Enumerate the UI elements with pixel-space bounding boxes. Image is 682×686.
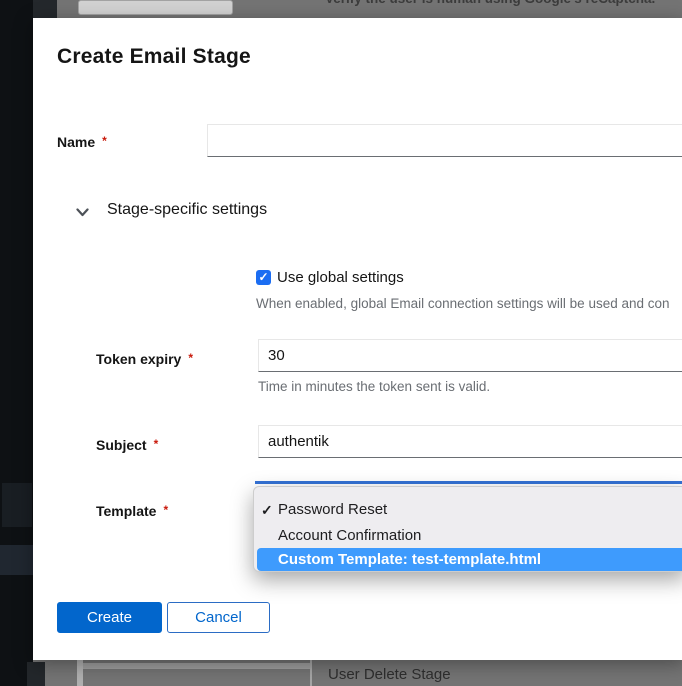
subject-label: Subject * [96, 437, 158, 453]
app-sidebar [0, 0, 33, 686]
required-asterisk: * [102, 134, 107, 148]
sidebar-item-highlight-2 [0, 545, 33, 575]
use-global-settings-checkbox[interactable]: ✓ [256, 270, 271, 285]
name-input[interactable] [207, 124, 682, 157]
template-label-text: Template [96, 503, 156, 519]
chevron-down-icon[interactable] [76, 208, 89, 217]
template-select-focus-border [255, 481, 682, 484]
required-asterisk: * [154, 437, 159, 451]
required-asterisk: * [163, 503, 168, 517]
option-label: Custom Template: test-template.html [278, 548, 541, 571]
required-asterisk: * [188, 351, 193, 365]
selected-check-icon: ✓ [261, 497, 273, 523]
option-label: Password Reset [278, 497, 387, 523]
modal-title: Create Email Stage [57, 45, 251, 69]
name-label-text: Name [57, 134, 95, 150]
subject-label-text: Subject [96, 437, 147, 453]
token-expiry-input[interactable] [258, 339, 682, 372]
dropdown-option-account-confirmation[interactable]: Account Confirmation [254, 523, 682, 549]
checkbox-check-icon: ✓ [258, 270, 268, 284]
screen: Verify the user is human using Google's … [0, 0, 682, 686]
token-expiry-helper: Time in minutes the token sent is valid. [258, 379, 682, 394]
sidebar-item-highlight [2, 483, 32, 527]
template-dropdown-popup: ✓ Password Reset Account Confirmation Cu… [253, 486, 682, 572]
background-row-label: User Delete Stage [328, 666, 451, 683]
name-label: Name * [57, 134, 107, 150]
backdrop-texture-top [33, 0, 57, 18]
template-label: Template * [96, 503, 168, 519]
background-row-border [83, 663, 310, 669]
use-global-settings-label[interactable]: Use global settings [277, 269, 404, 286]
background-table-cell [78, 0, 233, 15]
use-global-settings-helper: When enabled, global Email connection se… [256, 296, 682, 311]
token-expiry-label: Token expiry * [96, 351, 193, 367]
create-button[interactable]: Create [57, 602, 162, 633]
option-label: Account Confirmation [278, 523, 421, 549]
background-column-border [310, 660, 312, 686]
backdrop-texture-bottom [27, 662, 45, 686]
group-header-stage-specific-settings[interactable]: Stage-specific settings [107, 201, 267, 219]
dropdown-option-custom-template[interactable]: Custom Template: test-template.html [257, 548, 682, 571]
subject-input[interactable] [258, 425, 682, 458]
background-recaptcha-text-clip: Verify the user is human using Google's … [240, 0, 682, 8]
cancel-button[interactable]: Cancel [167, 602, 270, 633]
create-email-stage-modal: Create Email Stage Name * Stage-specific … [33, 18, 682, 660]
token-expiry-label-text: Token expiry [96, 351, 181, 367]
dropdown-option-password-reset[interactable]: ✓ Password Reset [254, 497, 682, 523]
background-recaptcha-text: Verify the user is human using Google's … [325, 0, 655, 6]
